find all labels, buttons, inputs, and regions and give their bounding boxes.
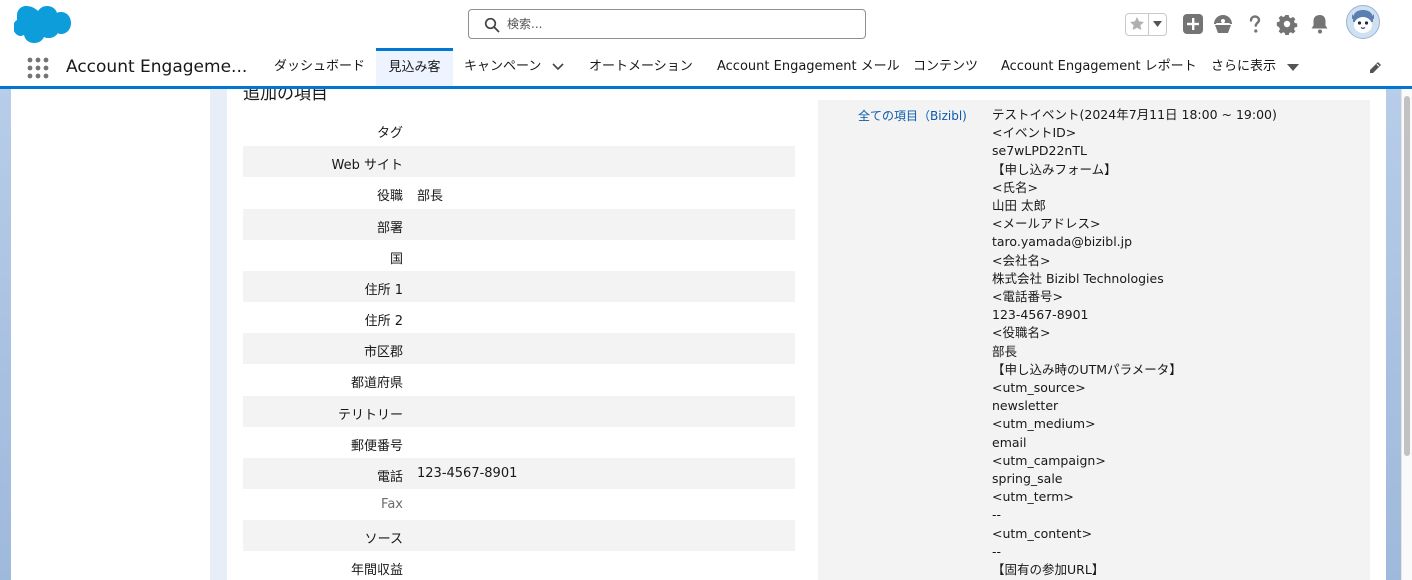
- scrollbar-thumb[interactable]: [1404, 96, 1410, 456]
- section-title: 追加の項目: [243, 89, 328, 104]
- search-icon: [484, 17, 500, 33]
- global-header: [0, 0, 1412, 48]
- left-column: [11, 89, 210, 580]
- chevron-down-icon[interactable]: [552, 63, 564, 71]
- field-label: 住所 1: [364, 283, 403, 298]
- field-row: 住所 2: [243, 302, 795, 333]
- value-line: <utm_medium>: [992, 416, 1096, 432]
- field-label: 部署: [376, 221, 403, 236]
- trailhead-icon[interactable]: [1212, 13, 1234, 35]
- star-icon: [1130, 17, 1144, 30]
- field-row: 電話 123-4567-8901: [243, 458, 795, 489]
- value-line: <utm_term>: [992, 489, 1074, 505]
- value-line: <utm_campaign>: [992, 452, 1106, 468]
- field-label: 年間収益: [350, 563, 403, 578]
- add-icon[interactable]: [1182, 13, 1204, 35]
- value-line: 【申し込みフォーム】: [992, 161, 1117, 177]
- value-line: <会社名>: [992, 252, 1051, 268]
- field-row: 郵便番号: [243, 427, 795, 458]
- value-line: 部長: [992, 343, 1018, 359]
- field-label: 郵便番号: [350, 439, 403, 454]
- favorites-list-button[interactable]: [1149, 14, 1166, 35]
- value-line: <utm_source>: [992, 380, 1086, 396]
- value-line: newsletter: [992, 398, 1059, 414]
- field-label: 都道府県: [350, 376, 403, 391]
- app-nav-bar: Account Engageme... ダッシュボード 見込み客 キャンペーン …: [0, 48, 1412, 89]
- value-line: <utm_content>: [992, 525, 1093, 541]
- favorite-button[interactable]: [1126, 14, 1149, 35]
- value-line: テストイベント(2024年7月11日 18:00 ~ 19:00): [992, 107, 1277, 122]
- field-label: 役職: [376, 189, 403, 204]
- value-line: taro.yamada@bizibl.jp: [992, 234, 1133, 250]
- bell-icon[interactable]: [1309, 13, 1331, 35]
- bizibl-field-value: テストイベント(2024年7月11日 18:00 ~ 19:00) <イベントI…: [992, 106, 1277, 579]
- field-label: 住所 2: [364, 314, 403, 329]
- app-launcher-icon[interactable]: [27, 57, 49, 79]
- bizibl-all-fields: 全ての項目（Bizibl) テストイベント(2024年7月11日 18:00 ~…: [818, 100, 1370, 580]
- value-line: 【申し込み時のUTMパラメータ】: [992, 361, 1182, 377]
- value-line: 123-4567-8901: [992, 307, 1089, 323]
- field-row: 役職 部長: [243, 177, 795, 208]
- edit-nav-icon[interactable]: [1368, 61, 1382, 75]
- value-line: 山田 太郎: [992, 198, 1046, 214]
- tab-prospects[interactable]: 見込み客: [376, 48, 453, 86]
- field-row: ソース: [243, 520, 795, 551]
- salesforce-logo[interactable]: [14, 5, 72, 45]
- value-line: <電話番号>: [992, 289, 1063, 305]
- value-line: <イベントID>: [992, 125, 1077, 141]
- field-row: 年間収益: [243, 551, 795, 580]
- gear-icon[interactable]: [1276, 13, 1298, 35]
- bizibl-field-label[interactable]: 全ての項目（Bizibl): [858, 107, 967, 124]
- field-label: Fax: [381, 497, 403, 512]
- field-row: 都道府県: [243, 364, 795, 395]
- field-row: テリトリー: [243, 396, 795, 427]
- field-value: 部長: [417, 189, 444, 204]
- value-line: --: [992, 543, 1002, 559]
- chevron-down-icon[interactable]: [1287, 64, 1299, 72]
- value-line: <メールアドレス>: [992, 216, 1101, 232]
- search-input[interactable]: [507, 14, 847, 34]
- tab-ae-email[interactable]: Account Engagement メール: [717, 48, 900, 86]
- value-line: <氏名>: [992, 179, 1038, 195]
- value-line: spring_sale: [992, 471, 1063, 487]
- record-detail-panel: 追加の項目 タグ Web サイト 役職 部長 部署 国 住所 1 住所 2 市区…: [227, 89, 1386, 580]
- tab-dashboard[interactable]: ダッシュボード: [274, 48, 365, 86]
- help-icon[interactable]: [1244, 13, 1266, 35]
- favorites-group: [1125, 13, 1167, 36]
- field-row: Fax: [243, 489, 795, 520]
- value-line: email: [992, 434, 1027, 450]
- avatar[interactable]: [1346, 5, 1380, 39]
- field-label: 市区郡: [363, 345, 403, 360]
- tab-more[interactable]: さらに表示: [1211, 48, 1276, 86]
- field-label: テリトリー: [337, 408, 403, 423]
- tab-ae-reports[interactable]: Account Engagement レポート: [1001, 48, 1197, 86]
- value-line: se7wLPD22nTL: [992, 143, 1087, 159]
- field-label: 国: [389, 252, 403, 267]
- field-row: Web サイト: [243, 146, 795, 177]
- field-label: 電話: [376, 470, 403, 485]
- app-name: Account Engageme...: [66, 57, 248, 77]
- field-label: ソース: [364, 532, 403, 547]
- field-row: 住所 1: [243, 271, 795, 302]
- tab-automation[interactable]: オートメーション: [589, 48, 693, 86]
- value-line: <役職名>: [992, 325, 1051, 341]
- field-row: 国: [243, 240, 795, 271]
- value-line: 【固有の参加URL】: [992, 562, 1105, 578]
- field-value: 123-4567-8901: [417, 466, 518, 481]
- tab-campaigns[interactable]: キャンペーン: [464, 48, 541, 86]
- value-line: 株式会社 Bizibl Technologies: [992, 270, 1164, 286]
- field-row: タグ: [243, 114, 795, 145]
- field-label: タグ: [376, 126, 403, 141]
- panel-border: [210, 89, 227, 580]
- global-search[interactable]: [468, 9, 866, 39]
- field-row: 市区郡: [243, 333, 795, 364]
- field-label: Web サイト: [331, 158, 403, 173]
- value-line: --: [992, 507, 1002, 523]
- chevron-down-icon: [1153, 21, 1162, 27]
- field-row: 部署: [243, 209, 795, 240]
- tab-content[interactable]: コンテンツ: [913, 48, 978, 86]
